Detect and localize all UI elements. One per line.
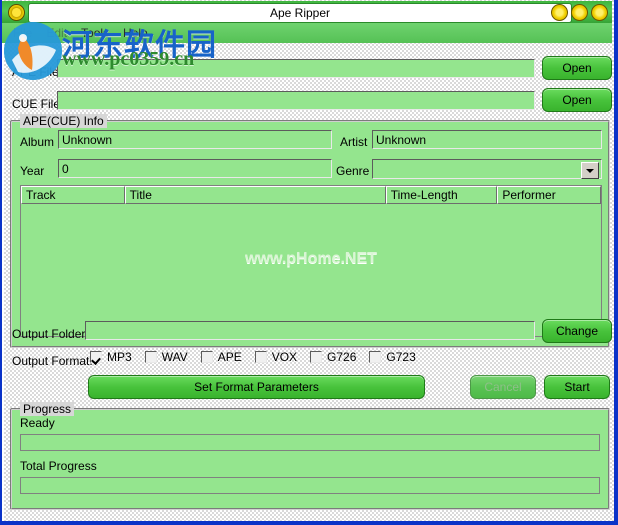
- checkbox-mp3[interactable]: [90, 351, 102, 363]
- format-option-g726[interactable]: G726: [310, 350, 356, 364]
- checkbox-g726[interactable]: [310, 351, 323, 363]
- format-label-mp3: MP3: [107, 350, 132, 364]
- column-header-track[interactable]: Track: [21, 186, 125, 204]
- track-list-header: Track Title Time-Length Performer: [21, 186, 601, 204]
- output-folder-label: Output Folder: [12, 327, 86, 341]
- list-watermark: www.pHome.NET: [245, 250, 377, 267]
- column-header-title[interactable]: Title: [124, 186, 386, 204]
- ape-cue-info-title: APE(CUE) Info: [20, 114, 107, 128]
- artist-input[interactable]: Unknown: [372, 130, 602, 149]
- progress-status-text: Ready: [20, 416, 55, 430]
- column-header-time-length[interactable]: Time-Length: [385, 186, 498, 204]
- output-folder-input[interactable]: [85, 321, 535, 340]
- format-option-ape[interactable]: APE: [200, 350, 242, 364]
- minimize-icon[interactable]: [551, 4, 568, 21]
- current-progress-bar: [20, 434, 600, 451]
- album-label: Album: [20, 135, 55, 149]
- format-label-g726: G726: [327, 350, 357, 364]
- progress-group: Progress Ready Total Progress: [10, 402, 610, 510]
- maximize-icon[interactable]: [571, 4, 588, 21]
- column-header-performer[interactable]: Performer: [497, 186, 601, 204]
- output-format-options: MP3 WAV APE VOX G726 G723: [90, 350, 429, 364]
- format-label-vox: VOX: [271, 350, 298, 364]
- checkbox-wav[interactable]: [144, 351, 157, 363]
- window-title: Ape Ripper: [28, 3, 572, 23]
- close-icon[interactable]: [591, 4, 608, 21]
- set-format-parameters-button[interactable]: Set Format Parameters: [88, 375, 425, 399]
- client-area: APE File Open CUE File Open APE(CUE) Inf…: [4, 44, 612, 518]
- title-bar[interactable]: Ape Ripper: [2, 1, 612, 23]
- format-label-g723: G723: [386, 350, 416, 364]
- cancel-button: Cancel: [470, 375, 536, 399]
- output-format-label: Output Format:: [12, 354, 93, 368]
- track-list-body: www.pHome.NET: [21, 204, 601, 336]
- window-controls: [551, 4, 608, 21]
- ape-file-label: APE File: [12, 65, 59, 79]
- ape-cue-info-group: APE(CUE) Info Album Unknown Artist Unkno…: [10, 114, 610, 348]
- checkbox-g723[interactable]: [369, 351, 382, 363]
- checkbox-ape[interactable]: [200, 351, 213, 363]
- menu-item-help[interactable]: Help: [116, 25, 155, 41]
- cue-file-label: CUE File: [12, 97, 61, 111]
- ape-open-button[interactable]: Open: [542, 56, 612, 80]
- menu-item-edit[interactable]: Edit: [39, 25, 74, 41]
- format-label-wav: WAV: [161, 350, 188, 364]
- cue-open-button[interactable]: Open: [542, 88, 612, 112]
- change-folder-button[interactable]: Change: [542, 319, 612, 343]
- progress-group-title: Progress: [20, 402, 75, 416]
- desktop-bottom-edge: [0, 521, 618, 525]
- total-progress-label: Total Progress: [20, 459, 97, 473]
- track-list[interactable]: Track Title Time-Length Performer www.pH…: [20, 185, 602, 337]
- genre-combobox[interactable]: [372, 159, 602, 179]
- desktop-right-edge: [614, 0, 618, 525]
- format-option-mp3[interactable]: MP3: [90, 350, 132, 364]
- application-window: Ape Ripper File Edit Tools Help APE File…: [0, 0, 618, 525]
- format-label-ape: APE: [217, 350, 242, 364]
- album-input[interactable]: Unknown: [58, 130, 332, 149]
- chevron-down-icon[interactable]: [581, 162, 599, 179]
- format-option-wav[interactable]: WAV: [144, 350, 188, 364]
- format-option-vox[interactable]: VOX: [254, 350, 298, 364]
- menu-bar: File Edit Tools Help: [2, 23, 612, 43]
- disc-icon: [8, 4, 25, 21]
- checkbox-vox[interactable]: [254, 351, 267, 363]
- start-button[interactable]: Start: [544, 375, 610, 399]
- genre-label: Genre: [336, 164, 370, 178]
- ape-file-input[interactable]: [57, 59, 535, 78]
- artist-label: Artist: [340, 135, 368, 149]
- menu-item-tools[interactable]: Tools: [74, 25, 116, 41]
- menu-item-file[interactable]: File: [6, 25, 39, 41]
- cue-file-input[interactable]: [57, 91, 535, 110]
- year-input[interactable]: 0: [58, 159, 332, 178]
- total-progress-bar: [20, 477, 600, 494]
- format-option-g723[interactable]: G723: [369, 350, 416, 364]
- year-label: Year: [20, 164, 45, 178]
